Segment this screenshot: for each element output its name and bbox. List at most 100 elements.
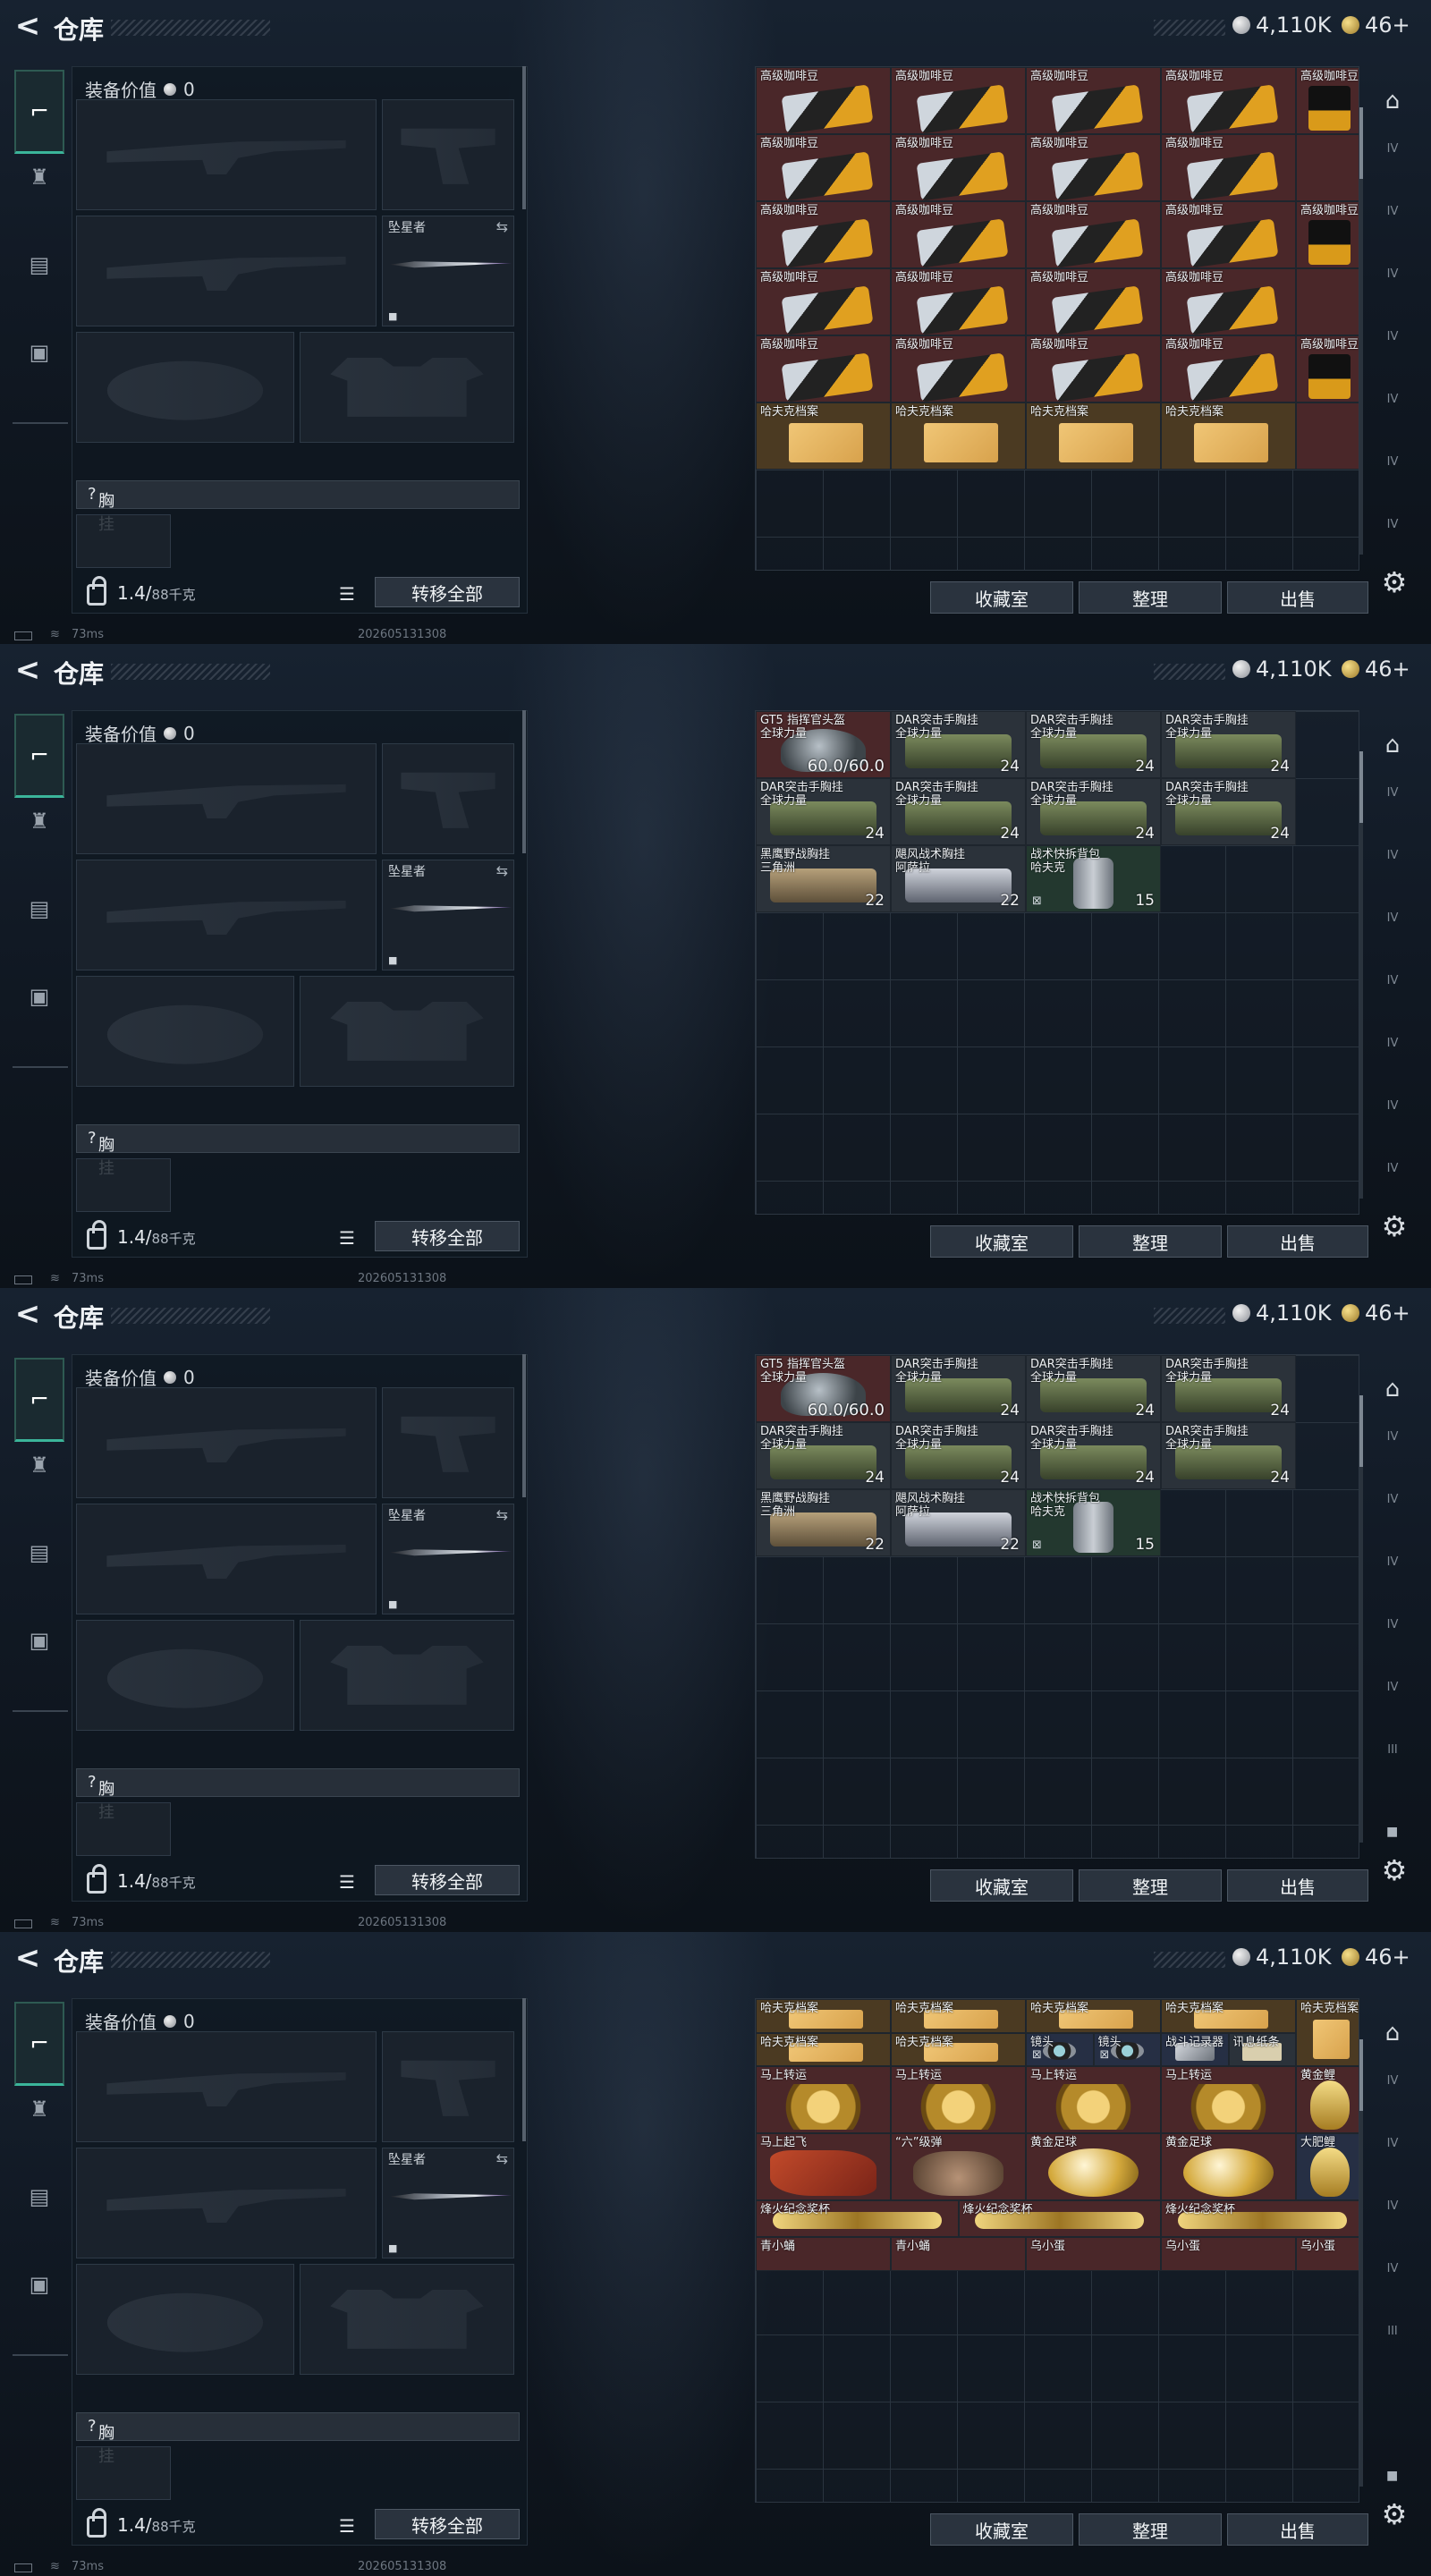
- grid-item[interactable]: DAR突击手胸挂 全球力量 24: [1161, 711, 1296, 778]
- container-tab[interactable]: IV: [1379, 2263, 1406, 2288]
- sell-button[interactable]: 出售: [1227, 1869, 1368, 1902]
- grid-item[interactable]: 黄金鲤: [1296, 2066, 1359, 2133]
- container-tab[interactable]: IV: [1379, 1682, 1406, 1707]
- grid-item[interactable]: 高级咖啡豆: [1161, 268, 1296, 335]
- tab-weapons[interactable]: ⌐: [14, 1358, 64, 1442]
- gear-icon[interactable]: ⚙: [1377, 2497, 1411, 2531]
- container-tab[interactable]: IV: [1379, 206, 1406, 231]
- grid-item[interactable]: DAR突击手胸挂 全球力量 24: [1026, 778, 1161, 845]
- container-tab[interactable]: IV: [1379, 2200, 1406, 2225]
- secondary-weapon-slot[interactable]: [76, 1504, 377, 1614]
- left-scrollbar[interactable]: [522, 1998, 526, 2141]
- gold-currency[interactable]: 46+: [1342, 1301, 1410, 1326]
- chest-rig-help[interactable]: ?: [88, 1773, 97, 1792]
- grid-item[interactable]: DAR突击手胸挂 全球力量 24: [891, 1422, 1026, 1489]
- melee-slot[interactable]: 坠星者 ⇆ ■: [382, 860, 514, 970]
- grid-item[interactable]: 高级咖啡豆: [1161, 201, 1296, 268]
- container-tab[interactable]: IV: [1379, 787, 1406, 812]
- secondary-weapon-slot[interactable]: [76, 2148, 377, 2258]
- chest-rig-slot[interactable]: [76, 1802, 171, 1856]
- grid-item[interactable]: DAR突击手胸挂 全球力量 24: [756, 778, 891, 845]
- pistol-slot[interactable]: [382, 1387, 514, 1498]
- tab-backpack[interactable]: ▤: [18, 2175, 61, 2218]
- grid-scrollbar[interactable]: [1359, 2039, 1363, 2487]
- swap-icon[interactable]: ⇆: [496, 862, 508, 879]
- grid-item[interactable]: 高级咖啡豆: [1026, 268, 1161, 335]
- grid-item[interactable]: 烽火纪念奖杯: [1161, 2200, 1359, 2238]
- armor-slot[interactable]: [300, 332, 514, 443]
- primary-weapon-slot[interactable]: [76, 1387, 377, 1498]
- container-tab[interactable]: IV: [1379, 1038, 1406, 1063]
- grid-item[interactable]: GT5 指挥官头盔 全球力量 60.0/60.0: [756, 711, 891, 778]
- chest-rig-slot[interactable]: [76, 2446, 171, 2500]
- grid-item[interactable]: 高级咖啡豆: [1161, 67, 1296, 134]
- grid-item[interactable]: GT5 指挥官头盔 全球力量 60.0/60.0: [756, 1355, 891, 1422]
- grid-item[interactable]: 哈夫克档案: [1296, 1999, 1359, 2066]
- tab-case[interactable]: ▣: [18, 331, 61, 374]
- left-scrollbar[interactable]: [522, 710, 526, 853]
- tab-backpack[interactable]: ▤: [18, 243, 61, 286]
- grid-item[interactable]: 哈夫克档案: [756, 2032, 891, 2066]
- grid-item[interactable]: [1296, 402, 1359, 470]
- container-tab[interactable]: III: [1379, 1744, 1406, 1769]
- list-icon[interactable]: ☰: [339, 1872, 360, 1892]
- grid-item[interactable]: 战术快拆背包 哈夫克 15 ⊠: [1026, 845, 1161, 912]
- grid-item[interactable]: 高级咖啡豆: [1296, 335, 1359, 402]
- grid-item[interactable]: 青小蛹: [756, 2237, 891, 2271]
- tab-armor[interactable]: ♜: [18, 2088, 61, 2131]
- grid-scrollbar[interactable]: [1359, 751, 1363, 1199]
- grid-item[interactable]: 马上起飞: [756, 2133, 891, 2200]
- grid-scrollbar[interactable]: [1359, 107, 1363, 555]
- pistol-slot[interactable]: [382, 99, 514, 210]
- gear-icon[interactable]: ⚙: [1377, 1209, 1411, 1243]
- container-tab[interactable]: IV: [1379, 519, 1406, 544]
- grid-item[interactable]: 哈夫克档案: [891, 1999, 1026, 2033]
- home-icon[interactable]: ⌂: [1377, 730, 1408, 760]
- back-icon[interactable]: <: [14, 1943, 41, 1973]
- silver-currency[interactable]: 4,110K: [1232, 1301, 1331, 1326]
- melee-slot[interactable]: 坠星者 ⇆ ■: [382, 2148, 514, 2258]
- container-tab[interactable]: IV: [1379, 975, 1406, 1000]
- container-tab[interactable]: IV: [1379, 1619, 1406, 1644]
- gold-currency[interactable]: 46+: [1342, 13, 1410, 38]
- grid-item[interactable]: 高级咖啡豆: [756, 67, 891, 134]
- grid-item[interactable]: 高级咖啡豆: [1161, 134, 1296, 201]
- grid-item[interactable]: 高级咖啡豆: [1296, 201, 1359, 268]
- tab-case[interactable]: ▣: [18, 2263, 61, 2306]
- organize-button[interactable]: 整理: [1079, 1869, 1222, 1902]
- collection-button[interactable]: 收藏室: [930, 1869, 1073, 1902]
- tab-armor[interactable]: ♜: [18, 156, 61, 199]
- list-icon[interactable]: ☰: [339, 584, 360, 604]
- secondary-weapon-slot[interactable]: [76, 216, 377, 326]
- transfer-all-button[interactable]: 转移全部: [375, 577, 520, 607]
- armor-slot[interactable]: [300, 976, 514, 1087]
- container-tab[interactable]: III: [1379, 2326, 1406, 2351]
- swap-icon[interactable]: ⇆: [496, 1506, 508, 1523]
- transfer-all-button[interactable]: 转移全部: [375, 1221, 520, 1251]
- grid-item[interactable]: 乌小蛋: [1026, 2237, 1161, 2271]
- grid-item[interactable]: DAR突击手胸挂 全球力量 24: [1026, 1355, 1161, 1422]
- helmet-slot[interactable]: [76, 976, 294, 1087]
- grid-item[interactable]: 讯息纸条: [1228, 2032, 1296, 2066]
- armor-slot[interactable]: [300, 2264, 514, 2375]
- helmet-slot[interactable]: [76, 2264, 294, 2375]
- grid-item[interactable]: 高级咖啡豆: [891, 335, 1026, 402]
- container-tab[interactable]: IV: [1379, 143, 1406, 168]
- armor-slot[interactable]: [300, 1620, 514, 1731]
- grid-item[interactable]: 飓风战术胸挂 阿萨拉 22: [891, 1489, 1026, 1556]
- grid-item[interactable]: [1296, 268, 1359, 335]
- grid-item[interactable]: DAR突击手胸挂 全球力量 24: [1161, 778, 1296, 845]
- grid-item[interactable]: 乌小蛋: [1296, 2237, 1359, 2271]
- swap-icon[interactable]: ⇆: [496, 2150, 508, 2167]
- tab-case[interactable]: ▣: [18, 975, 61, 1018]
- chest-rig-help[interactable]: ?: [88, 485, 97, 504]
- grid-item[interactable]: 哈夫克档案: [1161, 402, 1296, 470]
- grid-item[interactable]: 黑鹰野战胸挂 三角洲 22: [756, 845, 891, 912]
- grid-item[interactable]: 烽火纪念奖杯: [958, 2200, 1161, 2238]
- grid-item[interactable]: 大肥鲤: [1296, 2133, 1359, 2200]
- transfer-all-button[interactable]: 转移全部: [375, 2509, 520, 2539]
- home-icon[interactable]: ⌂: [1377, 1374, 1408, 1404]
- grid-item[interactable]: 高级咖啡豆: [1026, 201, 1161, 268]
- chest-rig-slot[interactable]: [76, 1158, 171, 1212]
- organize-button[interactable]: 整理: [1079, 1225, 1222, 1258]
